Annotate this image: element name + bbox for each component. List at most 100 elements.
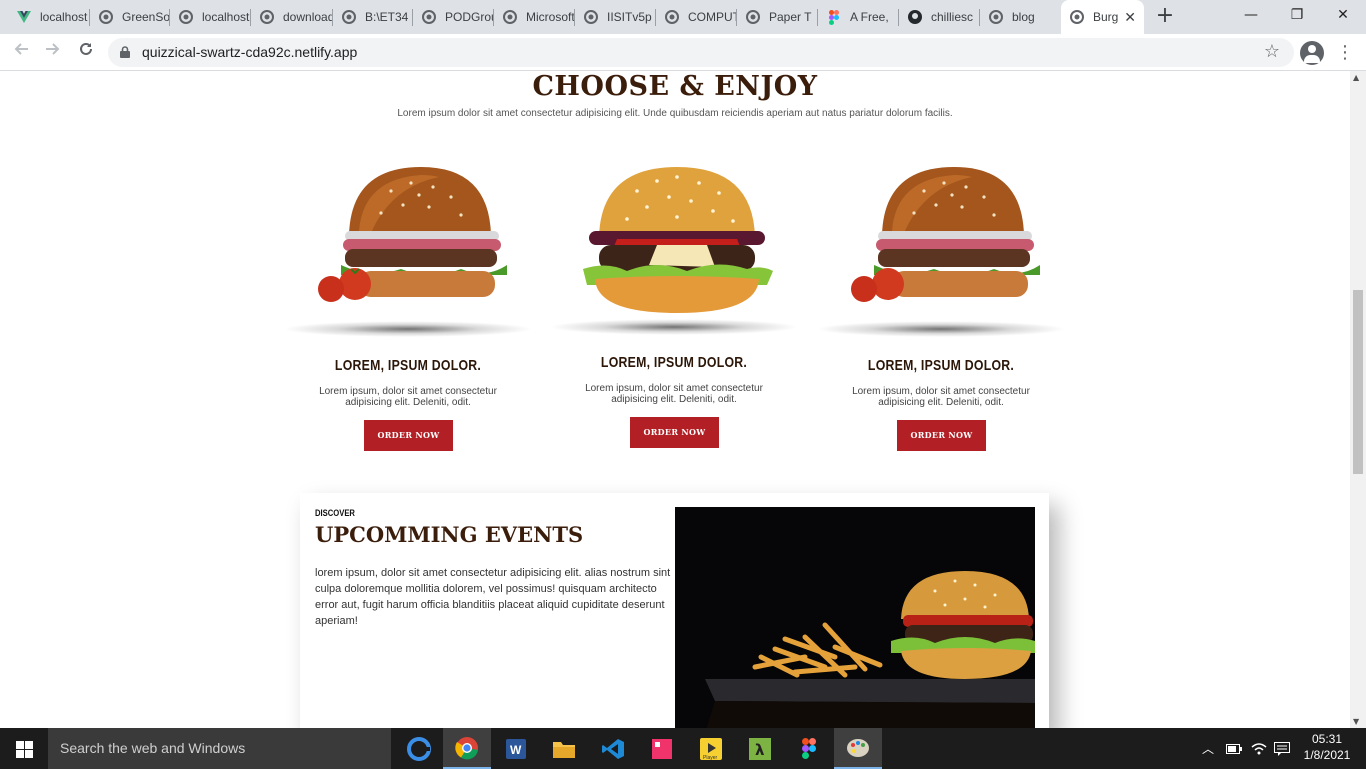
tab-label: localhost [40,10,88,24]
notifications-icon[interactable] [1274,728,1290,769]
card-text: Lorem ipsum, dolor sit amet consectetur … [852,386,1030,408]
section-title: CHOOSE & ENJOY [532,71,818,102]
tab-label: PODGround [445,10,494,24]
menu-card: LOREM, IPSUM DOLOR. Lorem ipsum, dolor s… [816,161,1066,461]
battery-icon[interactable] [1226,728,1242,769]
lambda-icon[interactable]: λ [736,728,784,769]
windows-taskbar: Search the web and Windows W Player λ ︿ … [0,728,1366,769]
card-title: LOREM, IPSUM DOLOR. [600,354,748,371]
reload-button[interactable] [73,40,99,64]
system-clock[interactable]: 05:31 1/8/2021 [1294,731,1360,763]
figma-icon[interactable] [785,728,833,769]
tab-burger-active[interactable]: Burg ✕ [1061,0,1144,34]
globe-icon [1069,9,1085,25]
scroll-down-arrow-icon[interactable]: ▼ [1353,717,1359,726]
section-subtitle: Lorem ipsum dolor sit amet consectetur a… [397,108,953,119]
tab-local-file[interactable]: B:\ET34 [333,0,413,34]
close-window-button[interactable]: ✕ [1320,0,1366,34]
tab-label: A Free, [850,10,889,24]
order-now-button[interactable]: ORDER NOW [630,417,719,448]
svg-text:W: W [510,743,522,757]
scroll-up-arrow-icon[interactable]: ▲ [1353,73,1359,82]
file-explorer-icon[interactable] [540,728,588,769]
tab-label: B:\ET34 [365,10,409,24]
page-viewport: CHOOSE & ENJOY Lorem ipsum dolor sit ame… [0,71,1350,728]
tab-close-icon[interactable]: ✕ [1124,9,1136,26]
tab-localhost[interactable]: localhost [170,0,251,34]
lock-icon [120,46,130,58]
tab-label: Microsoft [526,10,575,24]
new-tab-button[interactable]: + [1152,3,1178,31]
tab-label: GreenSock [122,10,170,24]
word-icon[interactable]: W [491,728,539,769]
restore-button[interactable]: ❐ [1274,0,1320,34]
github-icon [907,9,923,25]
tab-label: chilliesc [931,10,974,24]
burger-image [318,167,507,302]
globe-icon [341,9,357,25]
start-button[interactable] [0,728,48,769]
globe-icon [745,9,761,25]
figma-icon [826,9,842,25]
tab-blog[interactable]: blog [980,0,1061,34]
player-label: Player [703,755,718,761]
globe-icon [259,9,275,25]
app-icon[interactable] [638,728,686,769]
wifi-icon[interactable] [1251,728,1267,769]
burger-image [851,167,1040,302]
lambda-label: λ [755,741,765,759]
tab-iisitv5p[interactable]: IISITv5p [575,0,656,34]
show-hidden-icons-icon[interactable]: ︿ [1202,728,1214,769]
tab-greensock[interactable]: GreenSock [90,0,170,34]
player-icon[interactable]: Player [687,728,735,769]
back-button[interactable] [8,40,34,64]
browser-menu-icon[interactable]: ⋮ [1336,41,1354,65]
tab-localhost-vue[interactable]: localhost [8,0,90,34]
tab-figma[interactable]: A Free, [818,0,899,34]
order-now-button[interactable]: ORDER NOW [364,420,453,451]
vscode-icon[interactable] [589,728,637,769]
events-text: lorem ipsum, dolor sit amet consectetur … [315,567,671,627]
forward-arrow-icon [46,43,60,55]
tab-paper[interactable]: Paper T [737,0,818,34]
url-text[interactable]: quizzical-swartz-cda92c.netlify.app [142,44,357,60]
burger-image [583,167,773,313]
tab-label: Burg [1093,10,1119,24]
order-now-button[interactable]: ORDER NOW [897,420,986,451]
burger-fries-photo [675,507,1035,728]
events-image [675,507,1035,728]
edge-icon[interactable] [395,728,443,769]
page-scrollbar[interactable]: ▲ ▼ [1350,71,1366,728]
globe-icon [502,9,518,25]
card-title: LOREM, IPSUM DOLOR. [867,357,1015,374]
address-bar[interactable]: quizzical-swartz-cda92c.netlify.app ☆ [108,38,1294,67]
forward-button[interactable] [40,40,66,64]
tab-microsoft[interactable]: Microsoft [494,0,575,34]
paint-icon[interactable] [834,728,882,769]
tab-podground[interactable]: PODGround [413,0,494,34]
card-text: Lorem ipsum, dolor sit amet consectetur … [585,383,763,405]
minimize-button[interactable]: — [1228,0,1274,34]
clock-time: 05:31 [1311,732,1343,746]
taskbar-search-input[interactable]: Search the web and Windows [48,728,391,769]
card-title: LOREM, IPSUM DOLOR. [334,357,482,374]
clock-date: 1/8/2021 [1303,748,1351,762]
tab-label: COMPUTER [688,10,737,24]
tab-label: download [283,10,333,24]
scroll-thumb[interactable] [1353,290,1363,474]
globe-icon [178,9,194,25]
globe-icon [583,9,599,25]
windows-logo-icon [16,741,33,758]
globe-icon [421,9,437,25]
events-eyebrow: DISCOVER [315,508,355,518]
bookmark-star-icon[interactable]: ☆ [1264,41,1280,62]
globe-icon [988,9,1004,25]
reload-icon [80,42,92,55]
profile-avatar-icon[interactable] [1300,41,1324,65]
chrome-icon[interactable] [443,728,491,769]
tab-download[interactable]: download [251,0,333,34]
tab-github[interactable]: chilliesc [899,0,980,34]
tab-computer[interactable]: COMPUTER [656,0,737,34]
card-text: Lorem ipsum, dolor sit amet consectetur … [319,386,497,408]
globe-icon [664,9,680,25]
